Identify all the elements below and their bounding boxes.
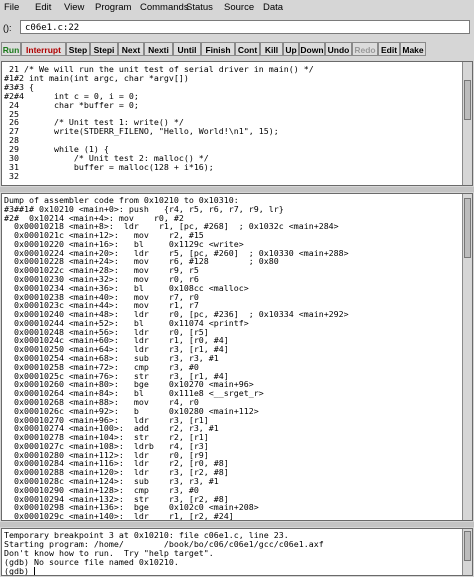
source-line: 27 write(STDERR_FILENO, "Hello, World!\n… xyxy=(4,126,279,137)
up-button[interactable]: Up xyxy=(283,42,299,56)
menu-commands[interactable]: Commands xyxy=(140,2,189,13)
step-button[interactable]: Step xyxy=(66,42,90,56)
run-button[interactable]: Run xyxy=(1,42,21,56)
source-pane[interactable]: 21 /* We will run the unit test of seria… xyxy=(1,61,473,186)
assembler-pane[interactable]: Dump of assembler code from 0x10210 to 0… xyxy=(1,193,473,521)
menu-source[interactable]: Source xyxy=(224,2,254,13)
assembler-scroll-thumb[interactable] xyxy=(464,198,471,258)
menu-data[interactable]: Data xyxy=(263,2,283,13)
console-pane[interactable]: Temporary breakpoint 3 at 0x10210: file … xyxy=(1,528,473,576)
source-scroll-thumb[interactable] xyxy=(464,80,471,120)
menu-edit[interactable]: Edit xyxy=(35,2,51,13)
stepi-button[interactable]: Stepi xyxy=(90,42,118,56)
finish-button[interactable]: Finish xyxy=(201,42,235,56)
asm-line: 0x0001029c <main+140>: ldr r1, [r2, #24] xyxy=(4,511,234,521)
undo-button[interactable]: Undo xyxy=(325,42,352,56)
source-line: 32 xyxy=(4,170,19,181)
console-scroll-thumb[interactable] xyxy=(464,531,471,561)
menu-view[interactable]: View xyxy=(64,2,84,13)
argument-row: (): c06e1.c:22 xyxy=(0,17,474,39)
pane-splitter[interactable] xyxy=(0,187,474,192)
kill-button[interactable]: Kill xyxy=(260,42,283,56)
menu-status[interactable]: Status xyxy=(186,2,213,13)
nexti-button[interactable]: Nexti xyxy=(144,42,173,56)
down-button[interactable]: Down xyxy=(299,42,325,56)
pane-splitter[interactable] xyxy=(0,522,474,527)
source-scrollbar[interactable] xyxy=(462,62,472,185)
make-button[interactable]: Make xyxy=(400,42,426,56)
source-line: 24 char *buffer = 0; xyxy=(4,99,139,110)
cont-button[interactable]: Cont xyxy=(235,42,260,56)
next-button[interactable]: Next xyxy=(118,42,144,56)
assembler-scrollbar[interactable] xyxy=(462,194,472,520)
argument-input[interactable]: c06e1.c:22 xyxy=(20,20,470,34)
interrupt-button[interactable]: Interrupt xyxy=(21,42,66,56)
argument-label: (): xyxy=(3,23,12,33)
menu-file[interactable]: File xyxy=(4,2,19,13)
until-button[interactable]: Until xyxy=(173,42,201,56)
console-scrollbar[interactable] xyxy=(462,529,472,575)
console-line: (gdb) xyxy=(4,565,35,576)
command-toolbar: Run Interrupt Step Stepi Next Nexti Unti… xyxy=(0,42,474,58)
menu-program[interactable]: Program xyxy=(95,2,131,13)
edit-button[interactable]: Edit xyxy=(378,42,400,56)
text-cursor xyxy=(33,566,35,575)
source-line: 31 buffer = malloc(128 + i*16); xyxy=(4,161,214,172)
menu-bar: File Edit View Program Commands Status S… xyxy=(0,0,474,16)
redo-button[interactable]: Redo xyxy=(352,42,378,56)
